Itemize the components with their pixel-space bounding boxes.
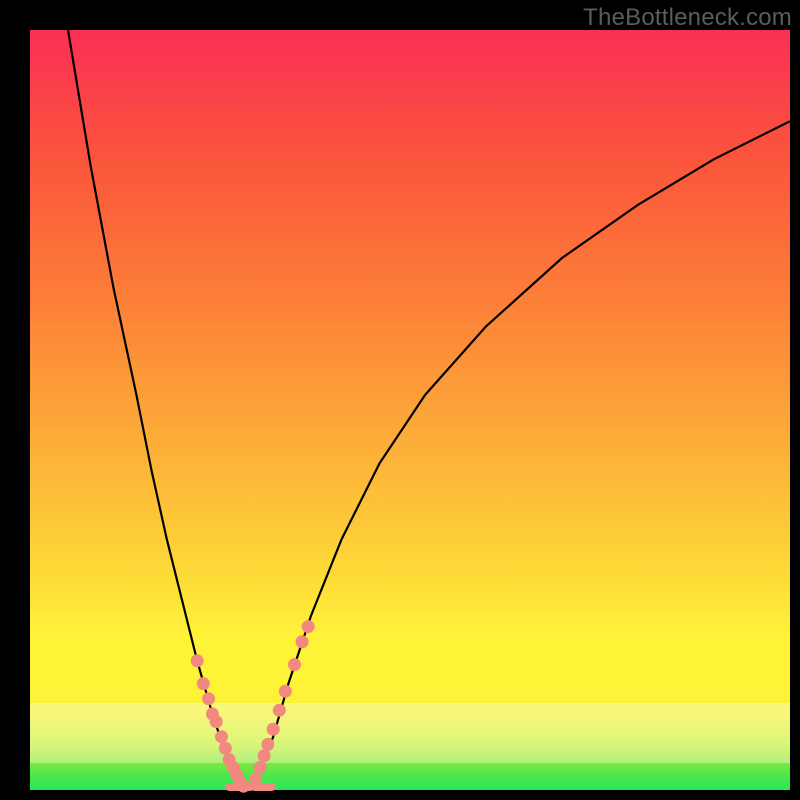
data-point xyxy=(202,692,215,705)
chart-svg xyxy=(30,30,790,790)
data-point xyxy=(288,658,301,671)
data-point xyxy=(273,704,286,717)
data-point xyxy=(267,723,280,736)
watermark-text: TheBottleneck.com xyxy=(583,4,792,32)
left-curve xyxy=(68,30,250,790)
data-point xyxy=(210,715,223,728)
data-point xyxy=(296,635,309,648)
data-point xyxy=(215,730,228,743)
data-point xyxy=(261,738,274,751)
plot-area xyxy=(30,30,790,790)
data-point xyxy=(258,749,271,762)
data-point xyxy=(302,620,315,633)
data-point xyxy=(254,761,267,774)
data-point xyxy=(197,677,210,690)
chart-frame: TheBottleneck.com xyxy=(0,0,800,800)
right-curve xyxy=(250,121,790,790)
data-point xyxy=(191,654,204,667)
data-point xyxy=(219,742,232,755)
data-point xyxy=(279,685,292,698)
